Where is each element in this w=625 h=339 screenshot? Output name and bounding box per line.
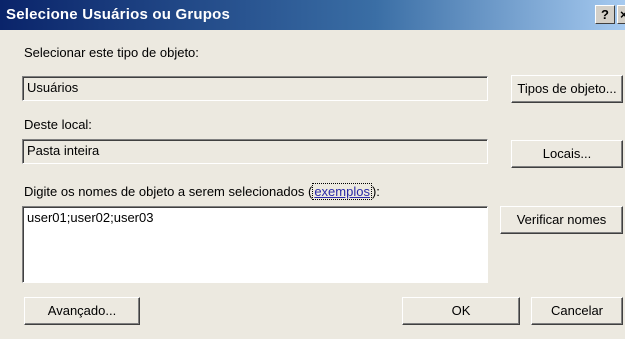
location-label: Deste local: [24, 117, 92, 132]
names-label-prefix: Digite os nomes de objeto a serem seleci… [24, 184, 313, 199]
examples-link[interactable]: exemplos [312, 183, 372, 200]
check-names-button[interactable]: Verificar nomes [500, 206, 623, 234]
cancel-button[interactable]: Cancelar [531, 297, 623, 325]
location-field: Pasta inteira [22, 139, 488, 164]
help-button[interactable]: ? [595, 5, 615, 24]
close-button[interactable]: × [617, 5, 625, 24]
select-users-dialog: Selecione Usuários ou Grupos ? × Selecio… [0, 0, 625, 339]
ok-button[interactable]: OK [402, 297, 520, 325]
names-input[interactable]: user01;user02;user03 [22, 206, 488, 283]
object-types-button[interactable]: Tipos de objeto... [511, 75, 623, 103]
names-label: Digite os nomes de objeto a serem seleci… [24, 183, 380, 200]
object-type-label: Selecionar este tipo de objeto: [24, 45, 199, 60]
locations-button[interactable]: Locais... [511, 140, 623, 168]
title-bar[interactable]: Selecione Usuários ou Grupos ? × [0, 0, 625, 30]
object-type-field: Usuários [22, 76, 488, 101]
advanced-button[interactable]: Avançado... [24, 297, 140, 325]
window-title: Selecione Usuários ou Grupos [6, 6, 230, 23]
names-label-suffix: ): [371, 184, 380, 199]
